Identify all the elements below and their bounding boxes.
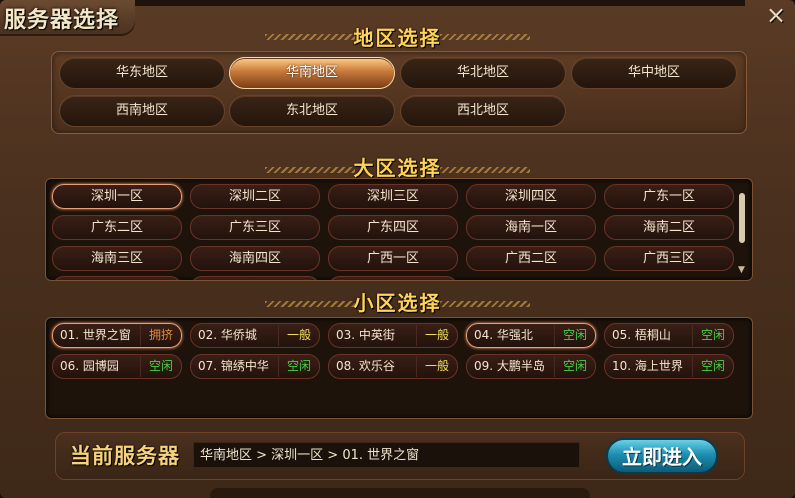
current-server-path: 华南地区 > 深圳一区 > 01. 世界之窗 [193, 442, 580, 468]
server-name: 05. 梧桐山 [612, 328, 671, 342]
zone-button[interactable]: 海南四区 [190, 246, 320, 271]
server-item[interactable]: 09. 大鹏半岛 空闲 [466, 354, 596, 379]
zone-button[interactable]: 深圳一区 [52, 184, 182, 209]
region-button[interactable]: 西南地区 [59, 95, 225, 127]
server-status: 空闲 [278, 356, 319, 377]
server-item[interactable]: 10. 海上世界 空闲 [604, 354, 734, 379]
server-item[interactable]: 04. 华强北 空闲 [466, 323, 596, 348]
enter-button[interactable]: 立即进入 [606, 438, 718, 474]
region-button[interactable]: 西北地区 [400, 95, 566, 127]
server-item[interactable]: 05. 梧桐山 空闲 [604, 323, 734, 348]
zone-button[interactable]: 广东二区 [52, 215, 182, 240]
server-item[interactable]: 01. 世界之窗 拥挤 [52, 323, 182, 348]
zone-button[interactable]: 广东四区 [328, 215, 458, 240]
zone-button[interactable]: 广东一区 [604, 184, 734, 209]
server-item[interactable]: 03. 中英街 一般 [328, 323, 458, 348]
zone-button[interactable]: 广西三区 [604, 246, 734, 271]
region-button[interactable]: 东北地区 [229, 95, 395, 127]
server-name: 09. 大鹏半岛 [474, 359, 545, 373]
zone-scrollbar[interactable]: ▼ [736, 187, 748, 275]
server-name: 06. 园博园 [60, 359, 119, 373]
scrollbar-thumb[interactable] [739, 193, 745, 243]
server-status: 一般 [416, 356, 457, 377]
server-status: 空闲 [140, 356, 181, 377]
zone-button-partial[interactable] [190, 276, 320, 280]
server-panel: 01. 世界之窗 拥挤 02. 华侨城 一般 03. 中英街 一般 04. 华强北 空闲 05.… [45, 317, 753, 419]
server-name: 04. 华强北 [474, 328, 533, 342]
zone-button[interactable]: 深圳三区 [328, 184, 458, 209]
top-strip [135, 0, 745, 6]
zone-button[interactable]: 海南一区 [466, 215, 596, 240]
server-item[interactable]: 06. 园博园 空闲 [52, 354, 182, 379]
zone-button-partial[interactable] [52, 276, 182, 280]
server-status: 一般 [416, 325, 457, 346]
zone-button[interactable]: 广东三区 [190, 215, 320, 240]
scroll-down-icon[interactable]: ▼ [738, 265, 745, 275]
server-name: 03. 中英街 [336, 328, 395, 342]
region-button[interactable]: 华中地区 [571, 57, 737, 89]
server-item[interactable]: 07. 锦绣中华 空闲 [190, 354, 320, 379]
server-heading: 小区选择 [353, 291, 442, 315]
bottom-strip [210, 488, 590, 498]
server-name: 07. 锦绣中华 [198, 359, 269, 373]
zone-button[interactable]: 广西一区 [328, 246, 458, 271]
zone-button-partial[interactable] [328, 276, 458, 280]
server-status: 拥挤 [140, 325, 181, 346]
server-name: 02. 华侨城 [198, 328, 257, 342]
zone-panel: 深圳一区 深圳二区 深圳三区 深圳四区 广东一区广东二区 广东三区 广东四区 海南一区 海南二区… [45, 178, 753, 281]
zone-button[interactable]: 广西二区 [466, 246, 596, 271]
current-server-label: 当前服务器 [70, 444, 180, 468]
zone-button[interactable]: 深圳二区 [190, 184, 320, 209]
region-button[interactable]: 华东地区 [59, 57, 225, 89]
server-status: 空闲 [692, 356, 733, 377]
server-status: 空闲 [692, 325, 733, 346]
region-button[interactable]: 华南地区 [229, 57, 395, 89]
server-status: 一般 [278, 325, 319, 346]
zone-button[interactable]: 深圳四区 [466, 184, 596, 209]
server-status: 空闲 [554, 325, 595, 346]
server-item[interactable]: 02. 华侨城 一般 [190, 323, 320, 348]
server-select-window: 服务器选择 × 地区选择 华东地区 华南地区 华北地区 华中地区 西南地区 东北地区 西北地… [0, 0, 795, 498]
server-item[interactable]: 08. 欢乐谷 一般 [328, 354, 458, 379]
region-heading: 地区选择 [353, 26, 442, 50]
server-status: 空闲 [554, 356, 595, 377]
server-name: 10. 海上世界 [612, 359, 683, 373]
server-name: 08. 欢乐谷 [336, 359, 395, 373]
region-button[interactable]: 华北地区 [400, 57, 566, 89]
zone-heading: 大区选择 [353, 156, 442, 180]
server-name: 01. 世界之窗 [60, 328, 131, 342]
zone-button[interactable]: 海南二区 [604, 215, 734, 240]
zone-button[interactable]: 海南三区 [52, 246, 182, 271]
